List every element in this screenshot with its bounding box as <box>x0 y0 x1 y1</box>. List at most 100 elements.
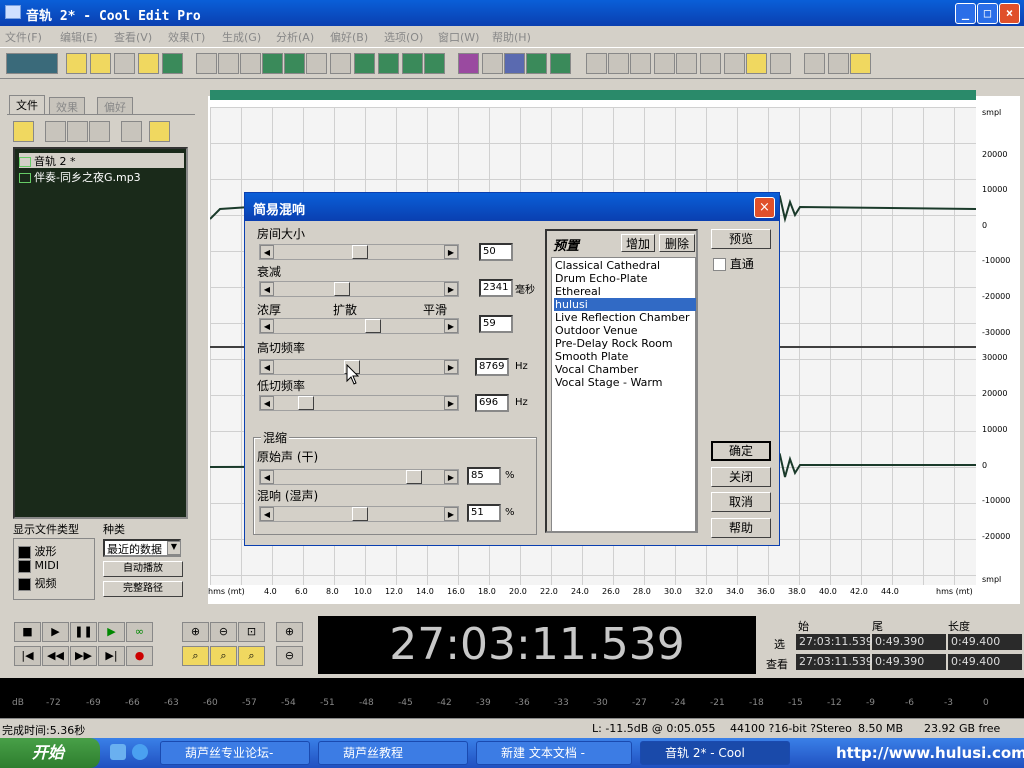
play-to-end-button[interactable]: ▶ <box>98 622 125 642</box>
wet-slider[interactable]: ◀ ▶ <box>259 506 459 522</box>
copy-icon[interactable] <box>262 53 283 74</box>
preset-item[interactable]: hulusi <box>554 298 696 311</box>
marker-icon[interactable] <box>482 53 503 74</box>
checkbox-icon[interactable] <box>18 577 31 591</box>
view-icon-2[interactable] <box>608 53 629 74</box>
filter-waveform[interactable]: 波形 <box>18 543 57 559</box>
trim-icon[interactable] <box>402 53 423 74</box>
sel-length-field[interactable]: 0:49.400 <box>948 634 1022 650</box>
close-dialog-button[interactable]: 关闭 <box>711 467 771 487</box>
record-button[interactable]: ● <box>126 646 153 666</box>
fast-forward-button[interactable]: ▶▶ <box>70 646 97 666</box>
multitrack-icon[interactable] <box>526 53 547 74</box>
zoom-out-vertical-icon[interactable]: ⊖ <box>276 646 303 666</box>
bit-depth-icon[interactable] <box>724 53 745 74</box>
bypass-checkbox[interactable]: 直通 <box>713 255 754 272</box>
zoom-out-icon[interactable]: ⊖ <box>210 622 237 642</box>
menu-analyze[interactable]: 分析(A) <box>276 29 314 45</box>
help-button[interactable]: 帮助 <box>711 518 771 538</box>
chevron-left-icon[interactable]: ◀ <box>260 507 274 521</box>
mode-toggle-button[interactable] <box>6 53 58 74</box>
room-size-input[interactable]: 50 <box>479 243 513 261</box>
mix-paste-icon[interactable] <box>378 53 399 74</box>
zoom-left-icon[interactable]: ⌕ <box>210 646 237 666</box>
options-icon[interactable] <box>121 121 142 142</box>
chevron-right-icon[interactable]: ▶ <box>444 470 458 484</box>
levels-icon[interactable] <box>746 53 767 74</box>
tab-files[interactable]: 文件 <box>9 95 45 114</box>
view-icon-3[interactable] <box>630 53 651 74</box>
density-input[interactable]: 59 <box>479 315 513 333</box>
preset-item[interactable]: Outdoor Venue <box>554 324 696 337</box>
settings-icon[interactable] <box>804 53 825 74</box>
tab-favorites[interactable]: 偏好 <box>97 97 133 114</box>
menu-effects[interactable]: 效果(T) <box>168 29 205 45</box>
filter-midi[interactable]: MIDI <box>18 559 59 573</box>
repeat-icon[interactable] <box>240 53 261 74</box>
chevron-left-icon[interactable]: ◀ <box>260 470 274 484</box>
minimize-button[interactable]: _ <box>955 3 976 24</box>
grid-icon[interactable] <box>550 53 571 74</box>
explorer-icon[interactable] <box>110 744 126 760</box>
file-item[interactable]: 音轨 2 * <box>19 153 184 168</box>
edit-icon[interactable] <box>89 121 110 142</box>
chevron-left-icon[interactable]: ◀ <box>260 319 274 333</box>
sel-end-field[interactable]: 0:49.390 <box>872 634 946 650</box>
menu-window[interactable]: 窗口(W) <box>438 29 479 45</box>
preset-item[interactable]: Live Reflection Chamber <box>554 311 696 324</box>
filter-video[interactable]: 视频 <box>18 575 57 591</box>
info-icon[interactable] <box>770 53 791 74</box>
checkbox-icon[interactable] <box>18 545 31 559</box>
chevron-left-icon[interactable]: ◀ <box>260 245 274 259</box>
add-preset-button[interactable]: 增加 <box>621 234 655 252</box>
chevron-left-icon[interactable]: ◀ <box>260 396 274 410</box>
low-cut-slider[interactable]: ◀ ▶ <box>259 395 459 411</box>
view-length-field[interactable]: 0:49.400 <box>948 654 1022 670</box>
task-cool-edit[interactable]: 音轨 2* - Cool <box>640 741 790 765</box>
sel-start-field[interactable]: 27:03:11.539 <box>796 634 873 650</box>
redo-icon[interactable] <box>218 53 239 74</box>
play-button[interactable]: ▶ <box>42 622 69 642</box>
cut-icon[interactable] <box>306 53 327 74</box>
view-end-field[interactable]: 0:49.390 <box>872 654 946 670</box>
preset-item[interactable]: Drum Echo-Plate <box>554 272 696 285</box>
ok-button[interactable]: 确定 <box>711 441 771 461</box>
script-icon[interactable] <box>828 53 849 74</box>
save-as-icon[interactable] <box>138 53 159 74</box>
overview-bar[interactable] <box>210 90 976 100</box>
zoom-in-vertical-icon[interactable]: ⊕ <box>276 622 303 642</box>
file-item[interactable]: 伴奏-同乡之夜G.mp3 <box>19 169 141 184</box>
checkbox-icon[interactable] <box>18 559 31 573</box>
wet-input[interactable]: 51 <box>467 504 501 522</box>
open-file-icon[interactable] <box>90 53 111 74</box>
menu-generate[interactable]: 生成(G) <box>222 29 261 45</box>
slider-thumb[interactable] <box>365 319 381 333</box>
menu-edit[interactable]: 编辑(E) <box>60 29 98 45</box>
zoom-view-icon[interactable] <box>676 53 697 74</box>
chevron-right-icon[interactable]: ▶ <box>444 282 458 296</box>
silence-icon[interactable] <box>424 53 445 74</box>
preset-item[interactable]: Smooth Plate <box>554 350 696 363</box>
preview-button[interactable]: 预览 <box>711 229 771 249</box>
close-icon[interactable] <box>45 121 66 142</box>
checkbox-icon[interactable] <box>713 258 726 271</box>
zoom-selection-icon[interactable]: ⌕ <box>182 646 209 666</box>
track-view-icon[interactable] <box>504 53 525 74</box>
menu-file[interactable]: 文件(F) <box>5 29 42 45</box>
task-tutorial[interactable]: 葫芦丝教程 <box>318 741 468 765</box>
preset-item[interactable]: Pre-Delay Rock Room <box>554 337 696 350</box>
chevron-down-icon[interactable]: ▼ <box>167 541 181 555</box>
high-cut-input[interactable]: 8769 <box>475 358 509 376</box>
zoom-in-icon[interactable]: ⊕ <box>182 622 209 642</box>
chevron-right-icon[interactable]: ▶ <box>444 507 458 521</box>
undo-icon[interactable] <box>196 53 217 74</box>
dry-slider[interactable]: ◀ ▶ <box>259 469 459 485</box>
zoom-right-icon[interactable]: ⌕ <box>238 646 265 666</box>
cancel-button[interactable]: 取消 <box>711 492 771 512</box>
delete-preset-button[interactable]: 删除 <box>659 234 695 252</box>
autoplay-button[interactable]: 自动播放 <box>103 561 183 577</box>
chevron-left-icon[interactable]: ◀ <box>260 282 274 296</box>
menu-help[interactable]: 帮助(H) <box>492 29 531 45</box>
preset-item[interactable]: Vocal Stage - Warm <box>554 376 696 389</box>
menu-options[interactable]: 选项(O) <box>384 29 423 45</box>
